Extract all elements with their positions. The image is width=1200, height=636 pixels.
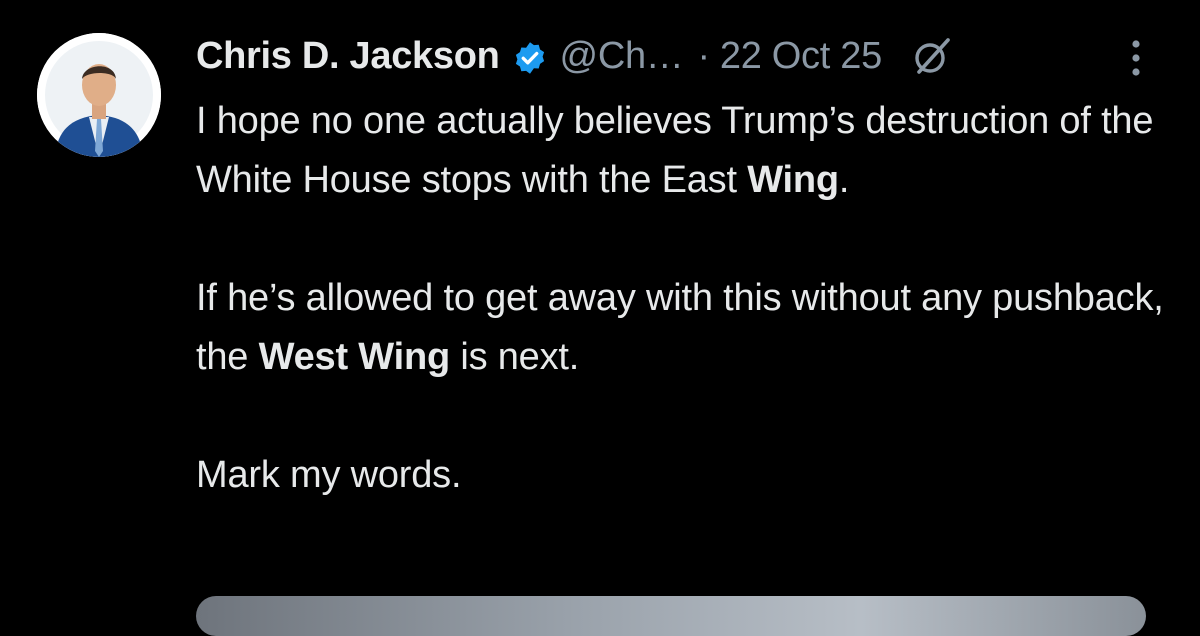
verified-badge-icon[interactable] xyxy=(512,38,548,74)
tweet-text-span: . xyxy=(838,159,850,201)
media-preview[interactable] xyxy=(196,596,1146,636)
tweet-text-span: is next. xyxy=(449,336,580,378)
more-vertical-icon[interactable] xyxy=(1124,38,1148,78)
header-separator: · xyxy=(697,35,711,77)
author-handle[interactable]: @Ch… xyxy=(560,30,684,82)
tweet-text-bold: West Wing xyxy=(258,336,451,378)
tweet[interactable]: Chris D. Jackson @Ch… · 22 Oct 25 I hope… xyxy=(0,0,1200,636)
tweet-text-span: I hope no one actually believes Trump’s … xyxy=(196,100,1154,201)
tweet-paragraph-2: If he’s allowed to get away with this wi… xyxy=(196,269,1176,387)
grok-icon[interactable] xyxy=(910,34,954,78)
author-display-name[interactable]: Chris D. Jackson xyxy=(196,30,500,82)
tweet-header: Chris D. Jackson @Ch… · 22 Oct 25 xyxy=(196,30,954,82)
tweet-date[interactable]: 22 Oct 25 xyxy=(720,30,882,82)
tweet-text: I hope no one actually believes Trump’s … xyxy=(196,92,1176,505)
avatar[interactable] xyxy=(37,33,161,157)
tweet-text-bold: Wing xyxy=(747,159,839,201)
tweet-paragraph-3: Mark my words. xyxy=(196,454,462,496)
tweet-paragraph-1: I hope no one actually believes Trump’s … xyxy=(196,92,1176,210)
